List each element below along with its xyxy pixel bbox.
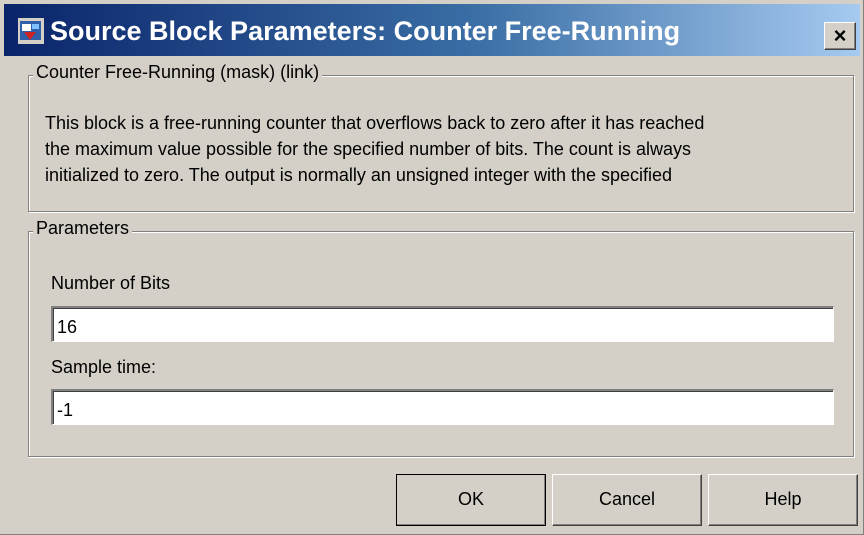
cancel-button[interactable]: Cancel: [552, 474, 702, 526]
number-of-bits-input[interactable]: [51, 306, 834, 342]
help-button[interactable]: Help: [708, 474, 858, 526]
number-of-bits-label: Number of Bits: [51, 273, 171, 293]
parameters-legend: Parameters: [33, 218, 133, 239]
description-text: This block is a free-running counter tha…: [45, 110, 845, 188]
close-button[interactable]: ×: [824, 22, 856, 50]
sample-time-input[interactable]: [51, 389, 834, 425]
window-title: Source Block Parameters: Counter Free-Ru…: [50, 16, 681, 46]
sample-time-label: Sample time:: [51, 357, 157, 377]
close-icon: ×: [833, 23, 847, 48]
ok-button[interactable]: OK: [396, 474, 546, 526]
parameters-group: Parameters Number of Bits Sample time:: [28, 218, 854, 457]
title-bar[interactable]: Source Block Parameters: Counter Free-Ru…: [4, 4, 860, 56]
description-group: Counter Free-Running (mask) (link) This …: [28, 62, 854, 212]
description-legend: Counter Free-Running (mask) (link): [33, 62, 323, 83]
description-line: initialized to zero. The output is norma…: [45, 165, 673, 185]
description-line: This block is a free-running counter tha…: [45, 113, 705, 133]
simulink-block-icon: [18, 18, 44, 44]
description-line: the maximum value possible for the speci…: [45, 139, 691, 159]
dialog-window: Source Block Parameters: Counter Free-Ru…: [0, 0, 864, 535]
